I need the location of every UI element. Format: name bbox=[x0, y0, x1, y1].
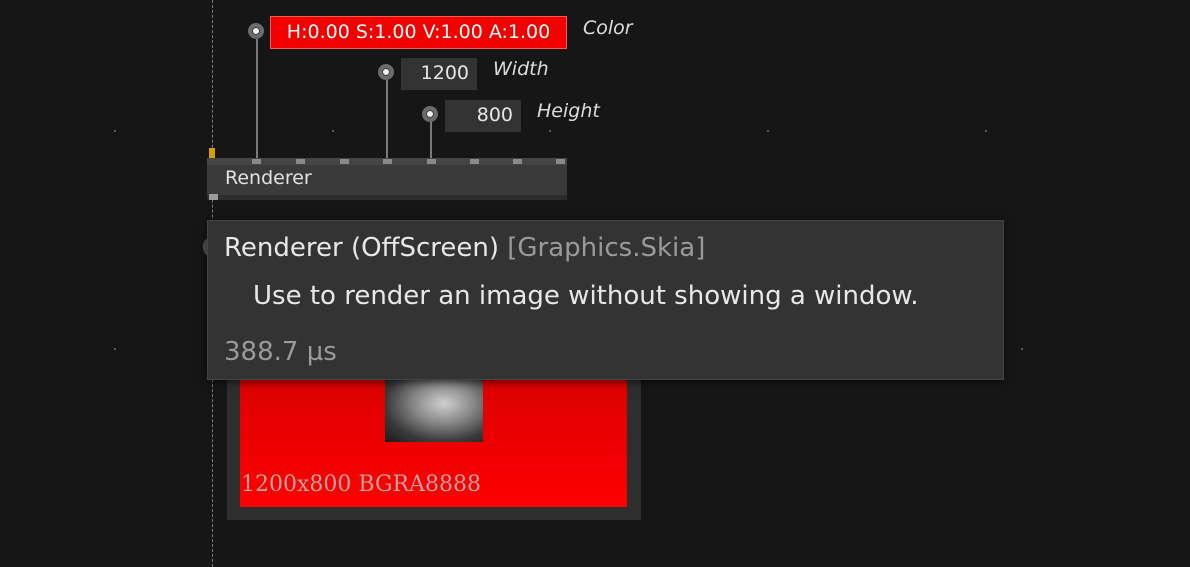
grid-dot bbox=[767, 130, 769, 132]
input-pin[interactable] bbox=[556, 159, 565, 164]
height-pin-icon[interactable] bbox=[422, 106, 438, 122]
input-pin[interactable] bbox=[340, 159, 349, 164]
input-pin[interactable] bbox=[513, 159, 522, 164]
height-value-field[interactable]: 800 bbox=[445, 100, 521, 132]
width-pin-label: Width bbox=[493, 58, 549, 80]
input-pin[interactable] bbox=[383, 159, 392, 164]
width-pin-link bbox=[386, 80, 388, 159]
width-pin-icon[interactable] bbox=[378, 64, 394, 80]
grid-dot bbox=[1021, 348, 1023, 350]
tooltip-category: [Graphics.Skia] bbox=[507, 233, 706, 263]
color-pin-label: Color bbox=[583, 17, 633, 39]
node-input-bar bbox=[207, 158, 567, 165]
node-output-bar bbox=[207, 195, 567, 200]
input-pin[interactable] bbox=[427, 159, 436, 164]
preview-caption: 1200x800 BGRA8888 bbox=[241, 472, 481, 497]
input-pin[interactable] bbox=[252, 159, 261, 164]
renderer-node[interactable]: Renderer bbox=[207, 158, 567, 200]
node-title: Renderer bbox=[225, 167, 312, 189]
grid-dot bbox=[114, 348, 116, 350]
tooltip-description: Use to render an image without showing a… bbox=[253, 281, 919, 311]
color-pin-link bbox=[256, 39, 258, 159]
tooltip-title: Renderer (OffScreen) [Graphics.Skia] bbox=[224, 233, 705, 263]
color-pin-icon[interactable] bbox=[248, 23, 264, 39]
output-pin[interactable] bbox=[209, 194, 218, 200]
preview-photo bbox=[385, 378, 483, 442]
height-pin-link bbox=[430, 122, 432, 159]
grid-dot bbox=[114, 130, 116, 132]
node-tooltip: Renderer (OffScreen) [Graphics.Skia] Use… bbox=[207, 220, 1004, 380]
grid-dot bbox=[332, 130, 334, 132]
grid-dot bbox=[985, 130, 987, 132]
tooltip-node-name: Renderer (OffScreen) bbox=[224, 233, 499, 263]
width-value-field[interactable]: 1200 bbox=[401, 58, 477, 90]
color-value-field[interactable]: H:0.00 S:1.00 V:1.00 A:1.00 bbox=[270, 16, 567, 49]
tooltip-timing: 388.7 µs bbox=[224, 337, 337, 367]
grid-dot bbox=[549, 130, 551, 132]
height-pin-label: Height bbox=[537, 100, 600, 122]
input-pin[interactable] bbox=[296, 159, 305, 164]
node-marker bbox=[209, 148, 215, 158]
input-pin[interactable] bbox=[470, 159, 479, 164]
